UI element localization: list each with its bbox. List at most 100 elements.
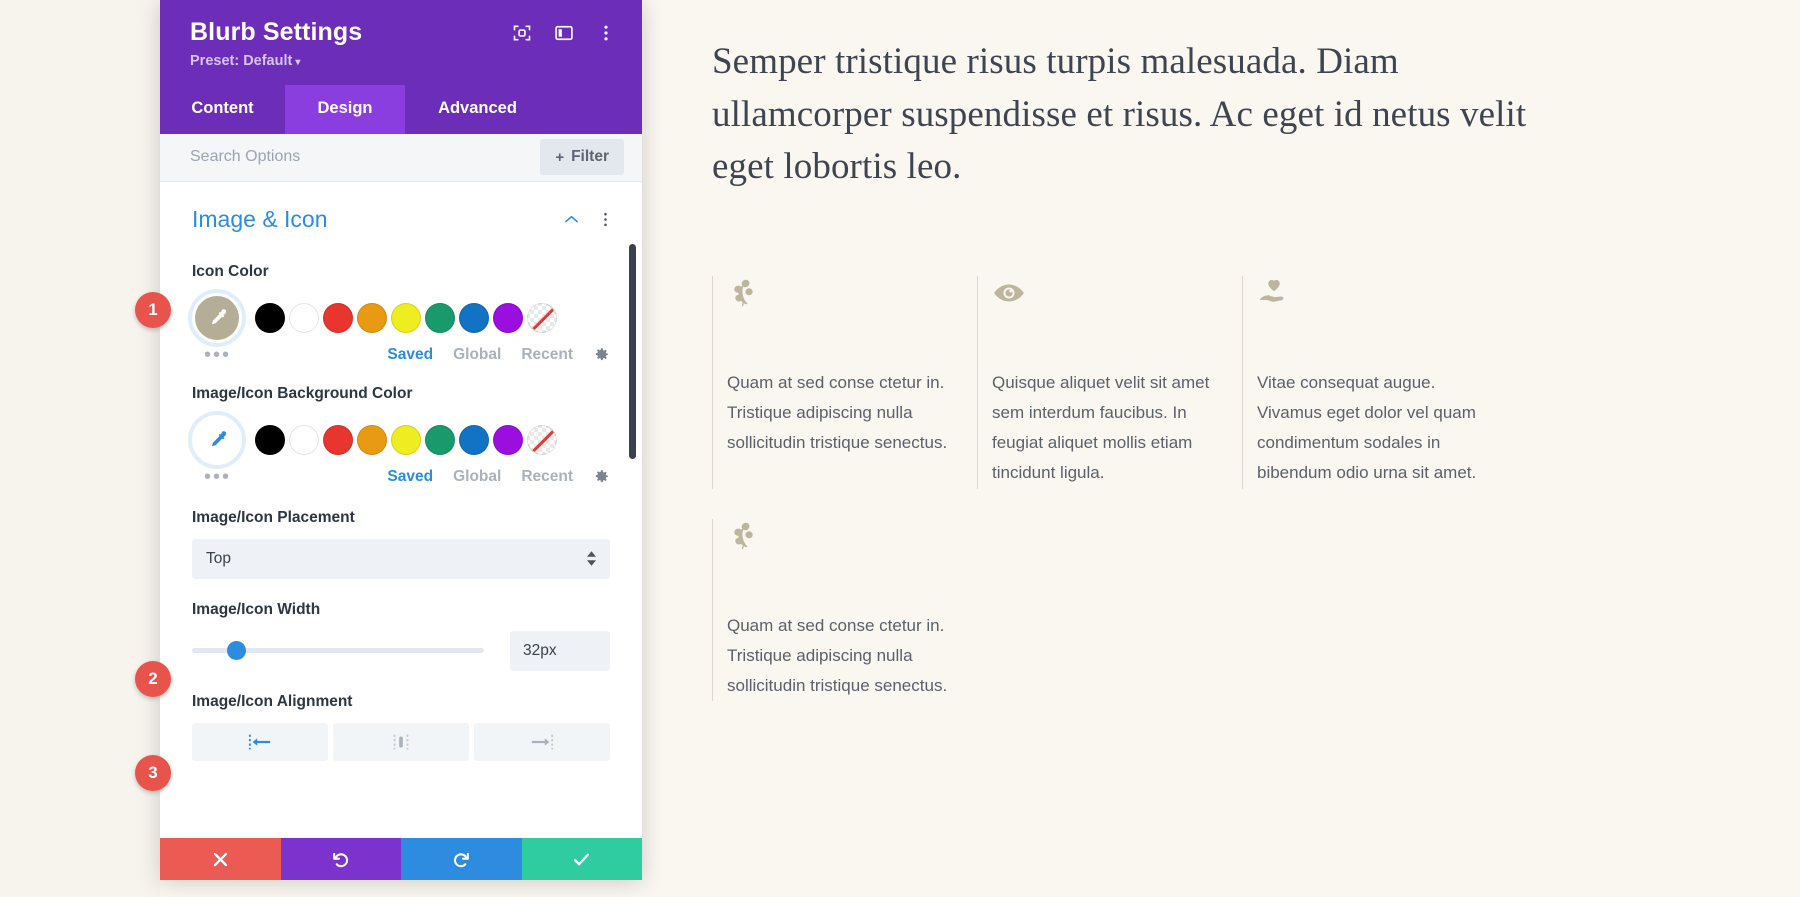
align-center-icon (393, 734, 409, 750)
redo-button[interactable] (401, 838, 522, 880)
panel-scrollbar-thumb[interactable] (629, 243, 636, 459)
layout-icon[interactable] (554, 23, 574, 43)
placement-label: Image/Icon Placement (192, 508, 355, 526)
gear-icon[interactable] (593, 346, 610, 363)
align-center-button[interactable] (333, 722, 469, 761)
width-label: Image/Icon Width (192, 600, 321, 618)
blurb-text: Quam at sed conse ctetur in. Tristique a… (727, 615, 948, 696)
slider-track[interactable] (192, 641, 484, 661)
gear-icon[interactable] (593, 468, 610, 485)
tab-content[interactable]: Content (160, 85, 285, 134)
swatch-purple[interactable] (493, 424, 523, 455)
plus-icon: + (555, 148, 565, 166)
swatch-yellow[interactable] (391, 302, 421, 333)
swatch-blue[interactable] (459, 424, 489, 455)
field-alignment: Image/Icon Alignment (160, 693, 642, 761)
section-title: Image & Icon (192, 205, 328, 232)
background-color-meta-row: ••• Saved Global Recent (160, 465, 642, 487)
search-input[interactable] (190, 148, 470, 167)
swatch-yellow[interactable] (391, 424, 421, 455)
swatch-purple[interactable] (493, 302, 523, 333)
hand-heart-icon (1259, 279, 1284, 302)
background-color-current-swatch (195, 417, 239, 462)
panel-scroll-content: Image & Icon Icon Color ••• Saved Global… (160, 182, 642, 771)
eyedropper-icon (211, 430, 227, 446)
redo-icon (453, 852, 469, 867)
close-icon (213, 852, 227, 866)
blurb-icon-wrap (992, 276, 1214, 324)
blurb-icon-wrap (727, 276, 949, 324)
icon-color-tab-recent[interactable]: Recent (521, 346, 573, 364)
background-color-tab-recent[interactable]: Recent (521, 468, 573, 486)
swatch-green[interactable] (425, 424, 455, 455)
swatch-white[interactable] (289, 424, 319, 455)
section-actions (563, 211, 614, 228)
filter-button[interactable]: + Filter (540, 139, 624, 176)
swatch-black[interactable] (255, 302, 285, 333)
chevron-up-icon[interactable] (563, 211, 580, 228)
swatch-no-color[interactable] (527, 302, 557, 333)
icon-color-tab-global[interactable]: Global (453, 346, 501, 364)
icon-color-picker[interactable] (192, 292, 242, 343)
swatch-black[interactable] (255, 424, 285, 455)
swatch-red[interactable] (323, 424, 353, 455)
page-left-margin (0, 0, 160, 897)
close-button[interactable] (160, 838, 281, 880)
field-placement: Image/Icon Placement Top (160, 509, 642, 579)
align-right-button[interactable] (474, 722, 610, 761)
preset-selector[interactable]: Preset: Default ▾ (190, 53, 612, 69)
eye-icon (994, 284, 1024, 302)
swatch-no-color[interactable] (527, 424, 557, 455)
blurb-text: Quam at sed conse ctetur in. Tristique a… (727, 372, 948, 453)
search-bar: + Filter (160, 133, 642, 182)
placement-select[interactable]: Top (192, 538, 610, 579)
step-badge-3: 3 (135, 755, 171, 791)
swatch-orange[interactable] (357, 302, 387, 333)
lead-paragraph: Semper tristique risus turpis malesuada.… (712, 41, 1527, 188)
blurb-text: Vitae consequat augue. Vivamus eget dolo… (1257, 372, 1477, 483)
image-icon-width-slider: 32px (192, 630, 610, 671)
page-content: Semper tristique risus turpis malesuada.… (642, 0, 1800, 897)
panel-action-bar (160, 838, 642, 880)
panel-tabs: Content Design Advanced (160, 84, 642, 134)
align-right-icon (531, 734, 554, 750)
blurb-icon-wrap (1257, 276, 1479, 324)
undo-button[interactable] (280, 838, 401, 880)
background-color-swatches (192, 414, 610, 465)
background-color-tab-saved[interactable]: Saved (387, 468, 433, 486)
more-vertical-icon[interactable] (596, 23, 616, 43)
section-more-vertical-icon[interactable] (597, 211, 614, 228)
panel-header-icons (512, 23, 616, 43)
swatch-orange[interactable] (357, 424, 387, 455)
placement-select-value: Top (206, 549, 231, 567)
background-color-meta-links: Saved Global Recent (387, 468, 610, 486)
swatch-blue[interactable] (459, 302, 489, 333)
align-left-button[interactable] (192, 722, 328, 761)
background-color-picker[interactable] (192, 414, 242, 465)
alignment-label: Image/Icon Alignment (192, 692, 353, 710)
background-color-tab-global[interactable]: Global (453, 468, 501, 486)
swatch-red[interactable] (323, 302, 353, 333)
eyedropper-icon (211, 308, 227, 324)
leaf-icon (734, 522, 753, 549)
blurb-item: Vitae consequat augue. Vivamus eget dolo… (1242, 275, 1507, 489)
panel-body: Image & Icon Icon Color ••• Saved Global… (160, 181, 642, 838)
blurb-text: Quisque aliquet velit sit amet sem inter… (992, 372, 1210, 483)
tab-design[interactable]: Design (285, 84, 405, 134)
chevron-up-small-icon (587, 551, 596, 557)
icon-color-current-swatch (195, 295, 239, 340)
width-value-input[interactable]: 32px (510, 630, 610, 671)
swatch-white[interactable] (289, 302, 319, 333)
save-button[interactable] (521, 838, 642, 880)
chevron-down-icon: ▾ (295, 56, 301, 68)
slider-thumb[interactable] (227, 641, 247, 661)
background-color-more-dots[interactable]: ••• (204, 467, 231, 487)
icon-color-more-dots[interactable]: ••• (204, 345, 231, 365)
tab-advanced[interactable]: Advanced (405, 85, 550, 134)
icon-color-tab-saved[interactable]: Saved (387, 346, 433, 364)
panel-scrollbar-track[interactable] (629, 182, 639, 838)
blurb-item: Quam at sed conse ctetur in. Tristique a… (712, 518, 977, 702)
swatch-green[interactable] (425, 302, 455, 333)
field-background-color: Image/Icon Background Color (160, 385, 642, 465)
focus-icon[interactable] (512, 23, 532, 43)
